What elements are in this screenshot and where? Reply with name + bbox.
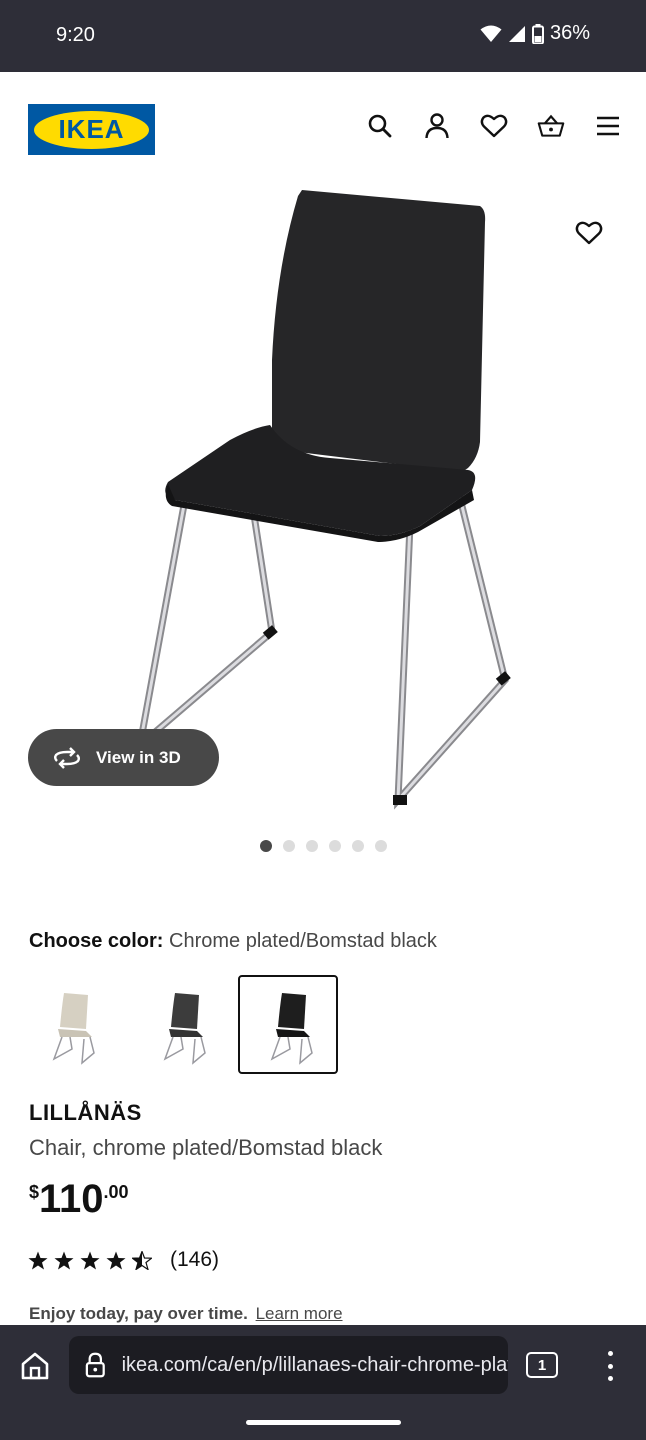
view-in-3d-label: View in 3D bbox=[96, 747, 181, 767]
star-icon bbox=[106, 1251, 126, 1269]
more-dot-icon bbox=[607, 1351, 613, 1356]
ikea-logo[interactable]: IKEA bbox=[28, 104, 155, 155]
star-icon bbox=[28, 1251, 48, 1269]
heart-icon bbox=[575, 221, 603, 245]
color-label: Choose color: bbox=[29, 930, 164, 952]
tab-count: 1 bbox=[537, 1356, 547, 1374]
color-swatch-beige[interactable] bbox=[28, 975, 128, 1074]
site-header: IKEA bbox=[0, 72, 646, 184]
battery-icon bbox=[531, 23, 544, 44]
home-button[interactable] bbox=[16, 1347, 54, 1385]
color-swatches bbox=[28, 975, 338, 1074]
url-text: ikea.com/ca/en/p/lillanaes-chair-chrome-… bbox=[121, 1353, 508, 1376]
price-decimal: .00 bbox=[103, 1182, 129, 1202]
more-dot-icon bbox=[607, 1363, 613, 1369]
search-icon[interactable] bbox=[366, 112, 394, 140]
browser-toolbar: ikea.com/ca/en/p/lillanaes-chair-chrome-… bbox=[0, 1325, 646, 1440]
cart-icon[interactable] bbox=[537, 112, 565, 140]
learn-more-link[interactable]: Learn more bbox=[256, 1304, 343, 1323]
product-name: LILLÅNÄS bbox=[29, 1100, 142, 1125]
pagination-dot[interactable] bbox=[329, 840, 341, 852]
pagination-dot[interactable] bbox=[260, 840, 272, 852]
pay-over-time-banner: Enjoy today, pay over time. Learn more bbox=[29, 1304, 343, 1324]
product-rating[interactable]: (146) bbox=[28, 1248, 219, 1272]
status-bar: 9:20 36% bbox=[0, 0, 646, 72]
price-integer: 110 bbox=[39, 1177, 104, 1221]
gesture-bar bbox=[246, 1420, 401, 1425]
status-time: 9:20 bbox=[56, 24, 95, 46]
star-icon bbox=[54, 1251, 74, 1269]
product-description: Chair, chrome plated/Bomstad black bbox=[29, 1135, 383, 1160]
half-star-icon bbox=[132, 1250, 152, 1270]
price-currency: $ bbox=[29, 1182, 40, 1202]
wifi-icon bbox=[480, 25, 502, 42]
home-icon bbox=[21, 1352, 49, 1380]
color-swatch-dark-grey[interactable] bbox=[133, 975, 233, 1074]
pagination-dot[interactable] bbox=[352, 840, 364, 852]
pagination-dot[interactable] bbox=[283, 840, 295, 852]
color-swatch-black[interactable] bbox=[238, 975, 338, 1074]
star-icon bbox=[80, 1251, 100, 1269]
color-chooser-label: Choose color: Chrome plated/Bomstad blac… bbox=[29, 930, 437, 953]
more-dot-icon bbox=[607, 1376, 613, 1381]
browser-menu-button[interactable] bbox=[600, 1351, 620, 1381]
product-image[interactable] bbox=[0, 184, 646, 824]
pagination-dot[interactable] bbox=[306, 840, 318, 852]
tab-switcher-button[interactable]: 1 bbox=[526, 1352, 558, 1378]
header-nav bbox=[366, 112, 622, 140]
menu-icon[interactable] bbox=[594, 112, 622, 140]
lock-icon bbox=[85, 1352, 105, 1378]
pagination-dot[interactable] bbox=[375, 840, 387, 852]
view-in-3d-button[interactable]: View in 3D bbox=[28, 729, 219, 786]
account-icon[interactable] bbox=[423, 112, 451, 140]
review-count[interactable]: (146) bbox=[170, 1248, 219, 1272]
pay-over-time-text: Enjoy today, pay over time. bbox=[29, 1304, 248, 1323]
status-icons: 36% bbox=[480, 22, 590, 45]
logo-text: IKEA bbox=[58, 114, 125, 144]
favorites-icon[interactable] bbox=[480, 112, 508, 140]
add-to-favorites-button[interactable] bbox=[572, 216, 606, 250]
address-bar[interactable]: ikea.com/ca/en/p/lillanaes-chair-chrome-… bbox=[69, 1336, 508, 1394]
battery-percent: 36% bbox=[549, 22, 590, 44]
gallery-pagination bbox=[260, 840, 387, 852]
rotate-3d-icon bbox=[54, 746, 80, 769]
product-price: $ 110 .00 bbox=[29, 1178, 129, 1220]
signal-icon bbox=[508, 25, 525, 42]
selected-color-value: Chrome plated/Bomstad black bbox=[169, 930, 437, 952]
